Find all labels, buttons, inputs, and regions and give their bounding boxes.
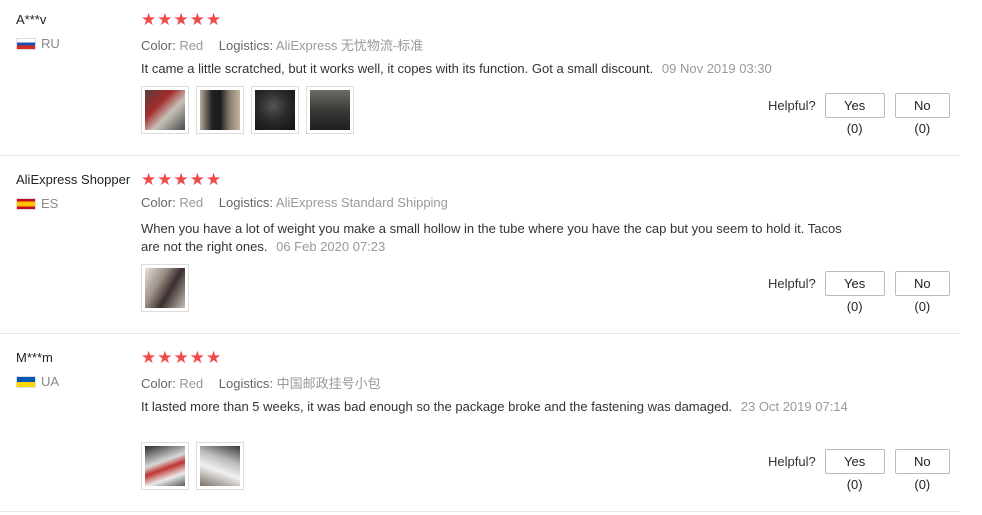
color-value: Red (179, 38, 204, 53)
helpful-vote: Helpful? Yes (0) No (0) (768, 449, 960, 492)
reviewer-name: AliExpress Shopper (16, 172, 131, 187)
rating-stars: ★★★★★ (141, 10, 223, 29)
review-text-block: When you have a lot of weight you make a… (141, 220, 851, 256)
logistics-key: Logistics: (218, 376, 273, 391)
country-code: RU (41, 36, 60, 51)
color-value: Red (179, 376, 204, 391)
review-date: 23 Oct 2019 07:14 (740, 399, 848, 414)
review-photo-thumbnail[interactable] (306, 86, 354, 134)
helpful-label: Helpful? (768, 276, 816, 291)
reviewer-name: A***v (16, 12, 47, 27)
reviewer-name: M***m (16, 350, 53, 365)
review-item: AliExpress Shopper ES ★★★★★ Color: Red L… (0, 170, 960, 334)
logistics-value: 中国邮政挂号小包 (276, 376, 381, 391)
logistics-value: AliExpress Standard Shipping (275, 195, 448, 210)
reviewer-country: RU (16, 36, 60, 51)
flag-ru-icon (16, 37, 36, 50)
review-text: It lasted more than 5 weeks, it was bad … (141, 399, 733, 414)
helpful-vote: Helpful? Yes (0) No (0) (768, 271, 960, 314)
review-attributes: Color: Red Logistics: AliExpress 无忧物流-标准 (141, 35, 423, 54)
rating-stars: ★★★★★ (141, 170, 223, 189)
review-text-block: It came a little scratched, but it works… (141, 60, 851, 78)
helpful-yes-button[interactable]: Yes (0) (824, 93, 885, 136)
reviewer-country: ES (16, 196, 58, 211)
review-photo-thumbnail[interactable] (141, 264, 189, 312)
review-photos (141, 86, 354, 134)
review-photo-thumbnail[interactable] (141, 442, 189, 490)
review-text: When you have a lot of weight you make a… (141, 221, 842, 254)
review-photos (141, 442, 244, 490)
logistics-key: Logistics: (218, 195, 273, 210)
helpful-label: Helpful? (768, 454, 816, 469)
review-photo-thumbnail[interactable] (141, 86, 189, 134)
helpful-no-button[interactable]: No (0) (894, 271, 950, 314)
logistics-key: Logistics: (218, 38, 273, 53)
review-item: M***m UA ★★★★★ Color: Red Logistics: 中国邮… (0, 348, 960, 512)
review-date: 09 Nov 2019 03:30 (661, 61, 772, 76)
helpful-vote: Helpful? Yes (0) No (0) (768, 93, 960, 136)
review-text: It came a little scratched, but it works… (141, 61, 654, 76)
review-photo-thumbnail[interactable] (196, 86, 244, 134)
review-item: A***v RU ★★★★★ Color: Red Logistics: Ali… (0, 10, 960, 156)
flag-ua-icon (16, 375, 36, 388)
country-code: UA (41, 374, 60, 389)
logistics-value: AliExpress 无忧物流-标准 (275, 38, 424, 53)
review-text-block: It lasted more than 5 weeks, it was bad … (141, 398, 851, 416)
helpful-yes-button[interactable]: Yes (0) (824, 271, 885, 314)
helpful-yes-button[interactable]: Yes (0) (824, 449, 885, 492)
helpful-label: Helpful? (768, 98, 816, 113)
review-date: 06 Feb 2020 07:23 (276, 239, 386, 254)
review-photo-thumbnail[interactable] (196, 442, 244, 490)
helpful-no-button[interactable]: No (0) (894, 93, 950, 136)
review-attributes: Color: Red Logistics: AliExpress Standar… (141, 195, 448, 210)
review-photo-thumbnail[interactable] (251, 86, 299, 134)
flag-es-icon (16, 197, 36, 210)
country-code: ES (41, 196, 59, 211)
rating-stars: ★★★★★ (141, 348, 223, 367)
helpful-no-button[interactable]: No (0) (894, 449, 950, 492)
color-key: Color: (141, 195, 176, 210)
reviewer-country: UA (16, 374, 59, 389)
color-key: Color: (141, 376, 176, 391)
review-attributes: Color: Red Logistics: 中国邮政挂号小包 (141, 373, 381, 392)
review-photos (141, 264, 189, 312)
color-value: Red (179, 195, 204, 210)
color-key: Color: (141, 38, 176, 53)
